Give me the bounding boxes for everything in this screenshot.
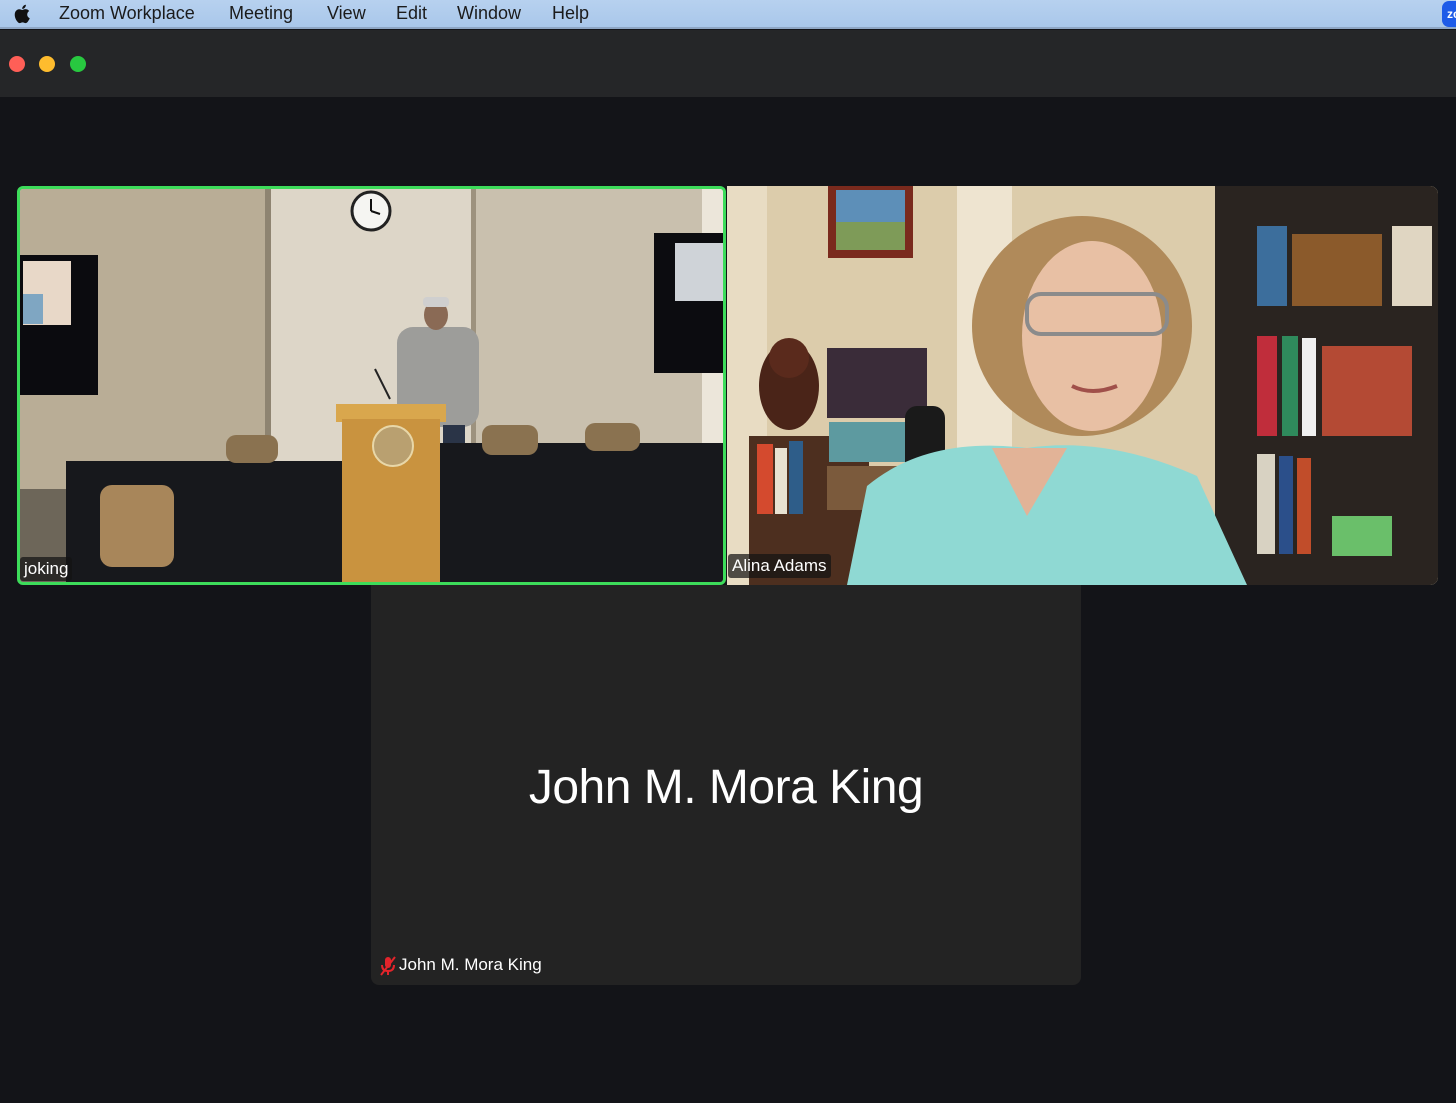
minimize-window-button[interactable]	[39, 56, 55, 72]
video-feed-conference-room	[20, 189, 723, 582]
macos-menu-bar: Zoom Workplace Meeting View Edit Window …	[0, 0, 1456, 29]
menu-meeting[interactable]: Meeting	[229, 3, 293, 24]
video-tile-alina-adams[interactable]: Alina Adams	[727, 186, 1438, 585]
participant-name-label: John M. Mora King	[399, 955, 542, 974]
participant-name-tag: John M. Mora King	[379, 955, 542, 976]
zoom-window-button[interactable]	[70, 56, 86, 72]
video-tile-joking[interactable]: joking	[17, 186, 726, 585]
window-title-bar	[0, 30, 1456, 97]
menu-help[interactable]: Help	[552, 3, 589, 24]
participant-name-tag: joking	[20, 557, 73, 581]
zoom-status-icon[interactable]: zc	[1442, 1, 1456, 27]
menu-window[interactable]: Window	[457, 3, 521, 24]
participant-display-name: John M. Mora King	[528, 761, 924, 814]
menu-view[interactable]: View	[327, 3, 366, 24]
video-tile-john-m-mora-king[interactable]: John M. Mora King John M. Mora King	[371, 585, 1081, 985]
video-feed-home-office	[727, 186, 1438, 585]
muted-mic-icon	[380, 955, 396, 976]
close-window-button[interactable]	[9, 56, 25, 72]
menu-app-name[interactable]: Zoom Workplace	[59, 3, 195, 24]
participant-name-tag: Alina Adams	[728, 554, 831, 578]
menu-edit[interactable]: Edit	[396, 3, 427, 24]
apple-logo-icon[interactable]	[12, 2, 34, 26]
